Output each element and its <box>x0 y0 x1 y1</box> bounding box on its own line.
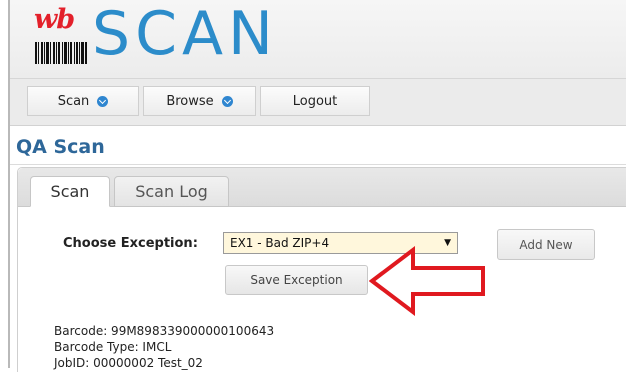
nav-browse-label: Browse <box>166 93 214 109</box>
chevron-down-icon <box>221 95 233 107</box>
chevron-down-icon <box>97 95 109 107</box>
barcode-icon <box>35 42 87 64</box>
barcode-text: Barcode: 99M898339000000100643 <box>54 324 275 338</box>
logo-wb-mark: wb <box>34 4 75 35</box>
nav-browse-button[interactable]: Browse <box>143 86 256 116</box>
barcode-type-text: Barcode Type: IMCL <box>54 340 172 354</box>
scan-details: Barcode: 99M898339000000100643 Barcode T… <box>54 323 274 371</box>
add-new-button[interactable]: Add New <box>497 229 595 260</box>
nav-logout-label: Logout <box>292 93 338 109</box>
page-title: QA Scan <box>16 136 105 158</box>
job-id-text: JobID: 00000002 Test_02 <box>54 356 203 370</box>
main-nav: Scan Browse Logout <box>10 79 626 126</box>
app-header: wb SCAN <box>10 0 626 79</box>
nav-logout-button[interactable]: Logout <box>260 86 370 116</box>
wbscan-logo[interactable]: wb SCAN <box>34 0 304 74</box>
scan-panel: Scan Scan Log Choose Exception: EX1 - Ba… <box>17 167 626 372</box>
exception-select-value: EX1 - Bad ZIP+4 <box>230 236 330 250</box>
choose-exception-label: Choose Exception: <box>63 236 198 251</box>
tab-scan-log[interactable]: Scan Log <box>114 176 229 207</box>
red-annotation-arrow-icon <box>369 246 485 316</box>
tab-scan[interactable]: Scan <box>30 176 110 207</box>
logo-scan-wordmark: SCAN <box>92 0 278 69</box>
nav-scan-label: Scan <box>57 93 90 109</box>
tab-bar: Scan Scan Log <box>18 168 626 207</box>
save-exception-button[interactable]: Save Exception <box>225 265 368 295</box>
title-divider <box>10 164 626 165</box>
nav-scan-button[interactable]: Scan <box>27 86 139 116</box>
